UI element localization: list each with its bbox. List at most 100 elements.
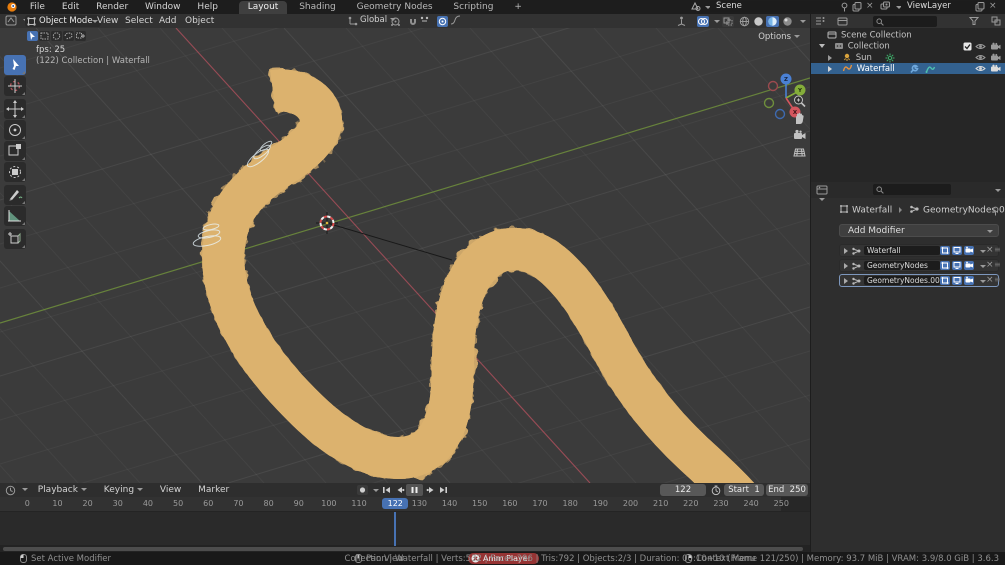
scene-icon[interactable] (690, 1, 702, 13)
pin-icon[interactable] (991, 206, 1000, 216)
viewlayer-name-field[interactable]: ViewLayer (901, 1, 977, 12)
modifier-render-toggle[interactable] (964, 246, 974, 255)
collection-checkbox[interactable] (963, 42, 972, 51)
modifier-row-geometrynodes[interactable]: GeometryNodes×≡ (839, 259, 999, 272)
outliner-row-waterfall-selected[interactable]: Waterfall (811, 63, 1005, 74)
add-modifier-button[interactable]: Add Modifier (839, 224, 999, 237)
pan-view-hand-icon[interactable] (792, 111, 807, 126)
scene-pin-icon[interactable] (840, 2, 849, 12)
viewlayer-icon[interactable] (880, 1, 891, 12)
menu-marker[interactable]: Marker (191, 483, 236, 497)
tool-measure[interactable] (4, 206, 26, 226)
menu-view-timeline[interactable]: View (153, 483, 188, 497)
proportional-editing-toggle[interactable] (437, 16, 448, 27)
sun-expand-arrow[interactable] (828, 55, 832, 61)
show-overlays-toggle[interactable] (697, 16, 709, 27)
xray-toggle[interactable] (722, 16, 734, 27)
overlays-chevron[interactable] (714, 20, 720, 23)
outliner-options-icon[interactable] (991, 16, 1001, 26)
properties-search-input[interactable] (873, 184, 951, 195)
select-tweak-button[interactable] (27, 31, 38, 41)
tool-annotate[interactable] (4, 185, 26, 205)
workspace-tab-layout[interactable]: Layout (239, 1, 288, 14)
outliner-row-collection[interactable]: Collection (811, 41, 1005, 52)
modifier-row-waterfall[interactable]: Waterfall×≡ (839, 244, 999, 257)
menu-edit[interactable]: Edit (55, 0, 86, 14)
select-circle-button[interactable] (51, 31, 62, 41)
timeline-editor-chevron[interactable] (22, 488, 28, 491)
modifier-edit-mode-toggle[interactable] (940, 246, 950, 255)
pause-button[interactable] (406, 484, 423, 496)
next-keyframe-button[interactable] (426, 485, 437, 495)
shading-material-preview-button[interactable] (766, 16, 779, 27)
tool-transform[interactable] (4, 162, 26, 182)
select-lasso-button[interactable] (63, 31, 74, 41)
modifier-realtime-toggle[interactable] (952, 246, 962, 255)
start-frame-field[interactable]: Start 1 (724, 484, 764, 496)
modifier-render-toggle[interactable] (964, 276, 974, 285)
add-workspace-button[interactable]: + (505, 1, 531, 14)
tool-rotate[interactable] (4, 120, 26, 140)
timeline-tracks[interactable] (0, 511, 810, 546)
scene-unlink-icon[interactable]: × (866, 2, 874, 11)
modifier-expand-arrow[interactable] (844, 278, 848, 284)
modifier-delete-button[interactable]: × (986, 246, 994, 255)
3d-viewport[interactable]: Z Y X fps: 25 (122) Collection | Waterfa… (0, 28, 810, 483)
modifier-row-geometrynodes-001[interactable]: GeometryNodes.001 ×≡ (839, 274, 999, 287)
gizmo-minus-x[interactable] (769, 82, 778, 91)
camera-view-icon[interactable] (792, 128, 807, 143)
modifier-drag-handle[interactable]: ≡ (994, 245, 1001, 254)
outliner-search-input[interactable] (873, 16, 937, 27)
modifier-expand-arrow[interactable] (844, 248, 848, 254)
modifier-name-field[interactable]: GeometryNodes (864, 261, 940, 270)
options-dropdown[interactable]: Options (758, 32, 800, 42)
modifier-edit-mode-toggle[interactable] (940, 276, 950, 285)
snap-magnet-icon[interactable] (408, 16, 418, 26)
properties-editor-type-icon[interactable] (816, 185, 828, 205)
timeline-ruler[interactable]: 122 010203040506070809010011012013014015… (0, 497, 810, 511)
menu-help[interactable]: Help (190, 0, 225, 14)
modifier-expand-arrow[interactable] (844, 263, 848, 269)
select-extend-button[interactable] (75, 31, 86, 41)
tool-scale[interactable] (4, 141, 26, 161)
scene-new-icon[interactable] (852, 2, 862, 12)
outliner-row-sun[interactable]: Sun (811, 52, 1005, 63)
auto-key-record-button[interactable] (357, 485, 368, 495)
modifier-name-field[interactable]: GeometryNodes.001 (864, 276, 940, 285)
jump-to-end-button[interactable] (438, 485, 449, 495)
toggle-orthographic-icon[interactable] (792, 145, 807, 160)
workspace-tab-shading[interactable]: Shading (290, 1, 345, 14)
modifier-delete-button[interactable]: × (986, 276, 994, 285)
prev-keyframe-button[interactable] (394, 485, 405, 495)
shading-chevron[interactable] (800, 20, 806, 23)
tool-select-box[interactable] (4, 55, 26, 75)
hide-eye-icon[interactable] (975, 53, 986, 62)
disable-render-camera-icon[interactable] (990, 42, 1001, 51)
tool-cursor[interactable] (4, 76, 26, 96)
editor-type-timeline-icon[interactable] (5, 485, 16, 496)
current-frame-indicator[interactable]: 122 (382, 498, 408, 509)
viewlayer-new-icon[interactable] (975, 2, 985, 12)
breadcrumb-object[interactable]: Waterfall (852, 206, 892, 216)
shading-solid-button[interactable] (752, 16, 765, 27)
menu-keying[interactable]: Keying (97, 483, 150, 497)
shading-rendered-button[interactable] (781, 16, 794, 27)
tool-move[interactable] (4, 99, 26, 119)
editor-type-3dview-icon[interactable] (5, 15, 17, 26)
workspace-tab-geometry-nodes[interactable]: Geometry Nodes (348, 1, 442, 14)
modifier-render-toggle[interactable] (964, 261, 974, 270)
modifier-drag-handle[interactable]: ≡ (994, 275, 1001, 284)
jump-to-start-button[interactable] (381, 485, 392, 495)
use-preview-range-clock-icon[interactable] (710, 485, 722, 496)
hide-eye-icon[interactable] (975, 64, 986, 73)
hide-eye-icon[interactable] (975, 42, 986, 51)
menu-playback[interactable]: Playback (31, 483, 94, 497)
zoom-view-icon[interactable] (792, 94, 807, 109)
viewlayer-remove-icon[interactable]: × (989, 2, 997, 11)
modifier-realtime-toggle[interactable] (952, 276, 962, 285)
shading-wireframe-button[interactable] (738, 16, 751, 27)
menu-object[interactable]: Object (178, 14, 221, 28)
modifier-delete-button[interactable]: × (986, 261, 994, 270)
gizmo-minus-z[interactable] (776, 110, 785, 119)
end-frame-field[interactable]: End 250 (766, 484, 808, 496)
